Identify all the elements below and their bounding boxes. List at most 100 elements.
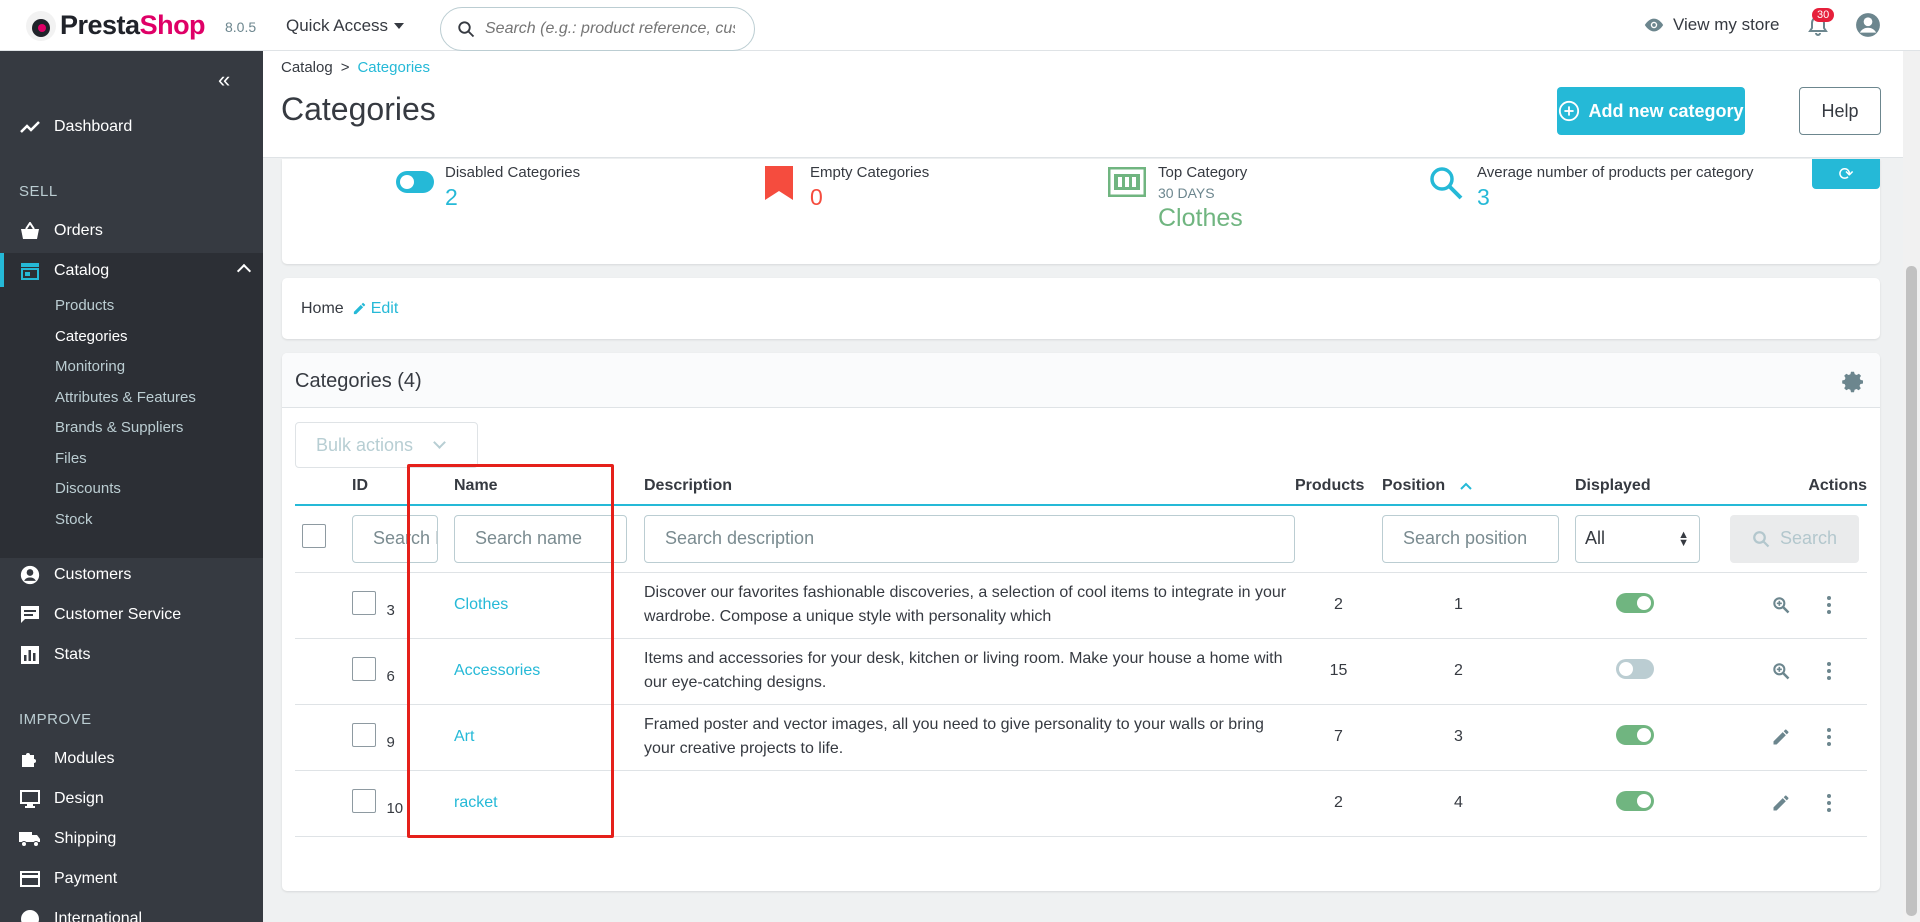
filter-search-label: Search <box>1779 528 1838 549</box>
submenu-item-products[interactable]: Products <box>55 297 114 314</box>
pencil-icon <box>353 302 365 315</box>
credit-card-icon <box>19 868 41 890</box>
bulk-actions-button[interactable]: Bulk actions <box>295 422 478 468</box>
sidebar-item-international[interactable]: International <box>0 901 263 922</box>
sidebar-item-modules[interactable]: Modules <box>0 741 263 777</box>
row-products: 2 <box>1295 572 1382 639</box>
displayed-toggle[interactable] <box>1615 658 1654 679</box>
kpi-empty-value: 0 <box>810 184 823 210</box>
filter-id-input[interactable]: Search ID <box>352 514 438 563</box>
sidebar-item-catalog[interactable]: Catalog <box>0 253 263 289</box>
kpi-top-sub: 30 DAYS <box>1158 185 1215 201</box>
add-new-category-button[interactable]: Add new category <box>1557 87 1745 135</box>
view-store-label: View my store <box>1673 15 1780 34</box>
collapse-sidebar-icon[interactable]: « <box>218 67 230 93</box>
row-name-link[interactable]: Clothes <box>454 596 508 613</box>
quick-access-dropdown[interactable]: Quick Access <box>286 16 405 36</box>
sidebar-item-shipping[interactable]: Shipping <box>0 821 263 857</box>
row-position[interactable]: 3 <box>1382 704 1575 771</box>
bulk-actions-label: Bulk actions <box>316 434 414 455</box>
row-checkbox[interactable] <box>352 656 376 681</box>
sidebar-item-orders[interactable]: Orders <box>0 213 263 249</box>
submenu-item-files[interactable]: Files <box>55 450 87 467</box>
categories-grid: Categories (4) Bulk actions ID Name Desc… <box>282 353 1880 891</box>
edit-home-link[interactable]: Edit <box>352 300 398 318</box>
view-store-link[interactable]: View my store <box>1643 15 1779 35</box>
header-search-input[interactable] <box>485 20 735 38</box>
account-icon[interactable] <box>1855 12 1881 38</box>
filter-position-input[interactable]: Search position <box>1382 514 1559 563</box>
submenu-item-brands[interactable]: Brands & Suppliers <box>55 419 183 436</box>
filter-search-button[interactable]: Search <box>1730 514 1859 563</box>
sidebar-item-customer-service[interactable]: Customer Service <box>0 597 263 633</box>
zoom-icon[interactable] <box>1771 661 1791 681</box>
position-header-label: Position <box>1382 477 1446 494</box>
sidebar-item-customers[interactable]: Customers <box>0 557 263 593</box>
row-checkbox[interactable] <box>352 788 376 813</box>
sidebar-label-design: Design <box>54 790 104 807</box>
more-actions-icon[interactable] <box>1827 662 1831 680</box>
sidebar: « Dashboard SELL Orders Catalog Products… <box>0 51 263 922</box>
kpi-disabled-categories[interactable]: Disabled Categories 2 <box>445 164 580 211</box>
bar-chart-icon <box>19 644 41 666</box>
breadcrumb: Catalog > Categories <box>281 59 430 76</box>
submenu-item-stock[interactable]: Stock <box>55 511 93 528</box>
kpi-empty-categories[interactable]: Empty Categories 0 <box>810 164 929 211</box>
column-header-name[interactable]: Name <box>454 468 644 506</box>
pencil-icon[interactable] <box>1771 793 1791 813</box>
sidebar-item-stats[interactable]: Stats <box>0 637 263 673</box>
filter-displayed-select[interactable]: All ▲ ▼ <box>1575 514 1700 563</box>
row-position[interactable]: 2 <box>1382 638 1575 705</box>
row-checkbox[interactable] <box>352 722 376 747</box>
kpi-average-products[interactable]: Average number of products per category … <box>1477 164 1754 211</box>
row-name-link[interactable]: Art <box>454 728 474 745</box>
caret-down-icon <box>394 23 405 29</box>
puffin-logo-icon <box>26 10 56 41</box>
row-name-link[interactable]: Accessories <box>454 662 540 679</box>
submenu-item-categories[interactable]: Categories <box>55 328 128 345</box>
displayed-toggle[interactable] <box>1615 592 1654 613</box>
sidebar-item-dashboard[interactable]: Dashboard <box>0 109 263 145</box>
more-actions-icon[interactable] <box>1827 728 1831 746</box>
help-button[interactable]: Help <box>1799 87 1881 135</box>
more-actions-icon[interactable] <box>1827 596 1831 614</box>
gear-icon[interactable] <box>1842 370 1866 394</box>
sort-ascending-icon <box>1459 482 1472 490</box>
notification-badge: 30 <box>1812 8 1835 22</box>
page-scrollbar[interactable] <box>1903 51 1920 922</box>
row-position[interactable]: 4 <box>1382 770 1575 837</box>
scrollbar-thumb[interactable] <box>1906 266 1917 916</box>
submenu-item-monitoring[interactable]: Monitoring <box>55 358 125 375</box>
kpi-top-category[interactable]: Top Category 30 DAYS Clothes <box>1158 164 1247 233</box>
refresh-kpis-button[interactable]: ⟳ <box>1812 159 1880 189</box>
sidebar-label-shipping: Shipping <box>54 830 117 847</box>
chevron-down-icon <box>433 436 446 449</box>
filter-name-input[interactable]: Search name <box>454 514 627 563</box>
column-header-id[interactable]: ID <box>352 468 454 506</box>
column-header-products[interactable]: Products <box>1295 468 1382 506</box>
sidebar-item-payment[interactable]: Payment <box>0 861 263 897</box>
filter-description-input[interactable]: Search description <box>644 514 1295 563</box>
zoom-icon[interactable] <box>1771 595 1791 615</box>
sidebar-item-design[interactable]: Design <box>0 781 263 817</box>
column-header-description[interactable]: Description <box>644 468 1295 506</box>
submenu-item-discounts[interactable]: Discounts <box>55 480 121 497</box>
displayed-toggle[interactable] <box>1615 790 1654 811</box>
breadcrumb-catalog[interactable]: Catalog <box>281 59 333 76</box>
displayed-toggle[interactable] <box>1615 724 1654 745</box>
prestashop-logo[interactable]: PrestaShop <box>26 10 206 41</box>
header-search[interactable] <box>440 7 755 51</box>
column-header-displayed[interactable]: Displayed <box>1575 468 1719 506</box>
breadcrumb-separator: > <box>340 59 350 76</box>
row-checkbox[interactable] <box>352 590 376 615</box>
row-name-link[interactable]: racket <box>454 794 498 811</box>
select-all-checkbox[interactable] <box>302 524 326 549</box>
column-header-position[interactable]: Position <box>1382 468 1575 506</box>
sidebar-label-customer-service: Customer Service <box>54 606 182 623</box>
breadcrumb-categories[interactable]: Categories <box>357 59 430 76</box>
submenu-item-attributes[interactable]: Attributes & Features <box>55 389 196 406</box>
more-actions-icon[interactable] <box>1827 794 1831 812</box>
account-circle-icon <box>19 564 41 586</box>
pencil-icon[interactable] <box>1771 727 1791 747</box>
row-position[interactable]: 1 <box>1382 572 1575 639</box>
